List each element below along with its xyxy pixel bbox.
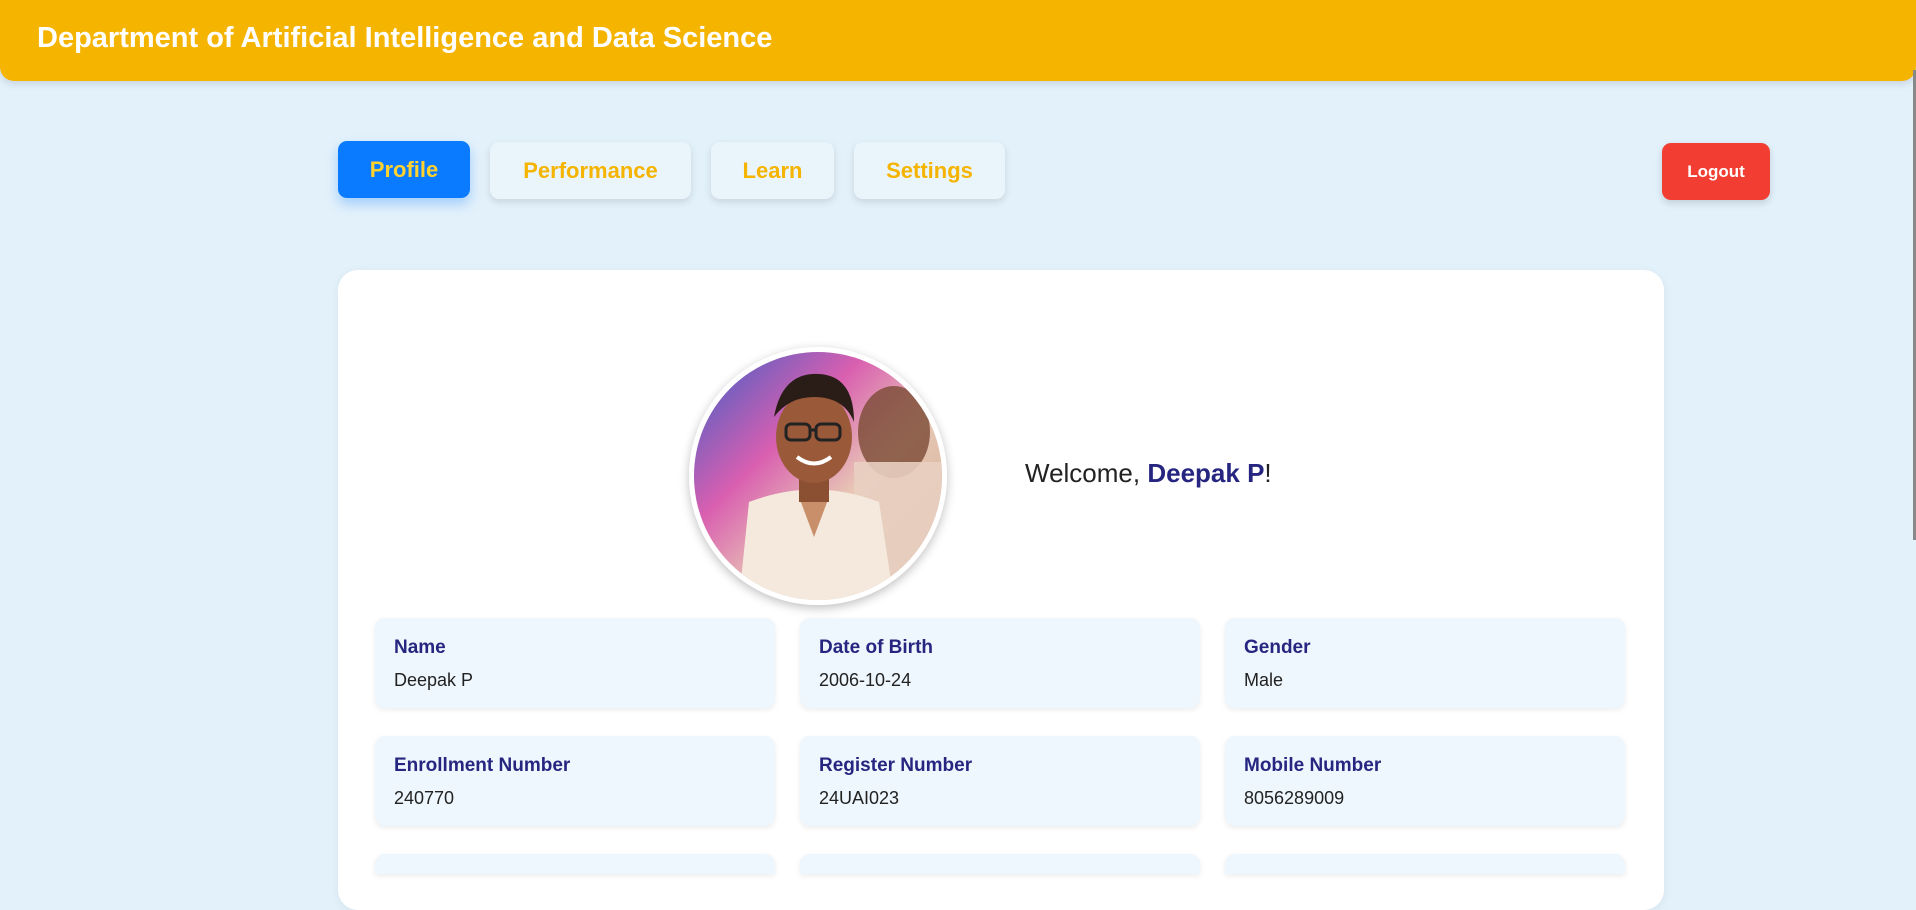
welcome-prefix: Welcome,: [1025, 458, 1148, 488]
welcome-suffix: !: [1264, 458, 1272, 488]
field-register-number: Register Number 24UAI023: [800, 736, 1200, 826]
field-value: 24UAI023: [819, 788, 900, 808]
tab-settings[interactable]: Settings: [854, 142, 1005, 199]
field-partial-row: [375, 854, 775, 874]
field-value: 240770: [394, 788, 455, 808]
field-mobile-number: Mobile Number 8056289009: [1225, 736, 1625, 826]
field-value: Deepak P: [394, 670, 474, 690]
welcome-user-name: Deepak P: [1147, 458, 1265, 488]
field-label: Date of Birth: [819, 637, 933, 658]
field-value: Male: [1244, 670, 1284, 690]
field-label: Enrollment Number: [394, 755, 571, 776]
app-header: Department of Artificial Intelligence an…: [0, 0, 1916, 81]
field-date-of-birth: Date of Birth 2006-10-24: [800, 618, 1200, 708]
field-label: Gender: [1244, 637, 1311, 658]
field-value: 2006-10-24: [819, 670, 912, 690]
department-title: Department of Artificial Intelligence an…: [37, 22, 773, 54]
field-gender: Gender Male: [1225, 618, 1625, 708]
field-partial-row: [1225, 854, 1625, 874]
logout-button[interactable]: Logout: [1662, 143, 1770, 200]
welcome-message: Welcome, Deepak P!: [1025, 458, 1272, 489]
field-partial-row: [800, 854, 1200, 874]
field-label: Name: [394, 637, 446, 658]
field-enrollment-number: Enrollment Number 240770: [375, 736, 775, 826]
tab-profile[interactable]: Profile: [338, 141, 470, 198]
field-label: Mobile Number: [1244, 755, 1382, 776]
profile-photo-avatar: [689, 347, 947, 605]
field-name: Name Deepak P: [375, 618, 775, 708]
tab-performance[interactable]: Performance: [490, 142, 691, 199]
field-value: 8056289009: [1244, 788, 1345, 808]
tab-learn[interactable]: Learn: [711, 142, 834, 199]
field-label: Register Number: [819, 755, 973, 776]
